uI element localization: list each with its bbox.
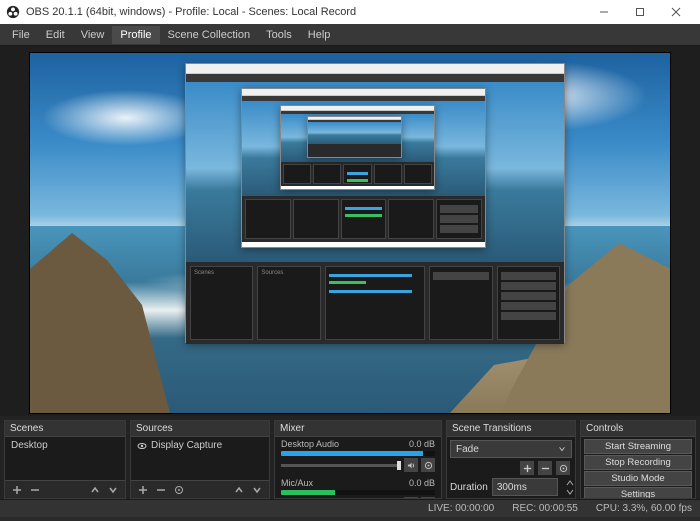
mixer-channel: Mic/Aux 0.0 dB <box>275 476 441 498</box>
control-button-stop-recording[interactable]: Stop Recording <box>584 455 692 470</box>
status-cpu: CPU: 3.3%, 60.00 fps <box>596 503 692 514</box>
scene-move-down-button[interactable] <box>105 483 121 497</box>
menu-item-file[interactable]: File <box>4 26 38 44</box>
close-button[interactable] <box>658 0 694 24</box>
scene-add-button[interactable] <box>9 483 25 497</box>
menu-item-profile[interactable]: Profile <box>112 26 159 44</box>
audio-meter <box>281 490 435 495</box>
control-button-settings[interactable]: Settings <box>584 487 692 498</box>
panel-scenes: Scenes Desktop <box>4 420 126 499</box>
status-live: LIVE: 00:00:00 <box>428 503 494 514</box>
mixer-channel-name: Desktop Audio <box>281 439 339 449</box>
mixer-channel-name: Mic/Aux <box>281 478 313 488</box>
source-row[interactable]: Display Capture <box>131 437 269 454</box>
inner-recursive-window: Scenes Sources <box>185 63 565 343</box>
statusbar: LIVE: 00:00:00 REC: 00:00:55 CPU: 3.3%, … <box>0 499 700 517</box>
menu-item-help[interactable]: Help <box>300 26 339 44</box>
mute-button[interactable] <box>404 497 418 498</box>
transition-add-button[interactable] <box>520 461 534 475</box>
maximize-button[interactable] <box>622 0 658 24</box>
panel-scenes-header: Scenes <box>5 421 125 437</box>
panel-sources: Sources Display Capture <box>130 420 270 499</box>
mixer-channel: Desktop Audio 0.0 dB <box>275 437 441 476</box>
source-add-button[interactable] <box>135 483 151 497</box>
mixer-channel-db: 0.0 dB <box>409 439 435 449</box>
panel-sources-header: Sources <box>131 421 269 437</box>
audio-meter <box>281 451 435 456</box>
transition-selected: Fade <box>456 444 479 455</box>
chevron-down-icon <box>558 445 566 453</box>
source-move-up-button[interactable] <box>231 483 247 497</box>
panel-mixer-header: Mixer <box>275 421 441 437</box>
minimize-button[interactable] <box>586 0 622 24</box>
transition-remove-button[interactable] <box>538 461 552 475</box>
menubar: FileEditViewProfileScene CollectionTools… <box>0 24 700 46</box>
control-button-start-streaming[interactable]: Start Streaming <box>584 439 692 454</box>
panel-controls: Controls Start StreamingStop RecordingSt… <box>580 420 696 499</box>
status-rec: REC: 00:00:55 <box>512 503 578 514</box>
panel-controls-header: Controls <box>581 421 695 437</box>
mixer-settings-button[interactable] <box>421 497 435 498</box>
menu-item-edit[interactable]: Edit <box>38 26 73 44</box>
duration-step-down[interactable] <box>562 487 575 496</box>
transition-select[interactable]: Fade <box>450 440 572 458</box>
preview-canvas[interactable]: Scenes Sources <box>30 53 670 413</box>
mixer-channel-db: 0.0 dB <box>409 478 435 488</box>
scene-remove-button[interactable] <box>27 483 43 497</box>
menu-item-scene-collection[interactable]: Scene Collection <box>160 26 259 44</box>
preview-area: Scenes Sources <box>0 46 700 416</box>
window-titlebar: OBS 20.1.1 (64bit, windows) - Profile: L… <box>0 0 700 24</box>
source-properties-button[interactable] <box>171 483 187 497</box>
volume-slider[interactable] <box>281 464 401 467</box>
panel-scene-transitions: Scene Transitions Fade Duration 300ms <box>446 420 576 499</box>
control-button-studio-mode[interactable]: Studio Mode <box>584 471 692 486</box>
transition-properties-button[interactable] <box>556 461 570 475</box>
source-label: Display Capture <box>151 440 222 451</box>
transition-duration-input[interactable]: 300ms <box>492 478 558 496</box>
mute-button[interactable] <box>404 458 418 472</box>
window-title: OBS 20.1.1 (64bit, windows) - Profile: L… <box>26 6 356 18</box>
transition-duration-label: Duration <box>450 482 488 493</box>
panel-mixer: Mixer Desktop Audio 0.0 dB Mic/Aux 0.0 dB <box>274 420 442 499</box>
menu-item-tools[interactable]: Tools <box>258 26 300 44</box>
dock-panels: Scenes Desktop Sources Display Capture M… <box>0 416 700 499</box>
app-icon <box>6 5 20 19</box>
menu-item-view[interactable]: View <box>73 26 113 44</box>
source-remove-button[interactable] <box>153 483 169 497</box>
mixer-settings-button[interactable] <box>421 458 435 472</box>
scene-row[interactable]: Desktop <box>5 437 125 454</box>
source-move-down-button[interactable] <box>249 483 265 497</box>
scene-move-up-button[interactable] <box>87 483 103 497</box>
eye-icon <box>137 441 147 451</box>
panel-transitions-header: Scene Transitions <box>447 421 575 437</box>
